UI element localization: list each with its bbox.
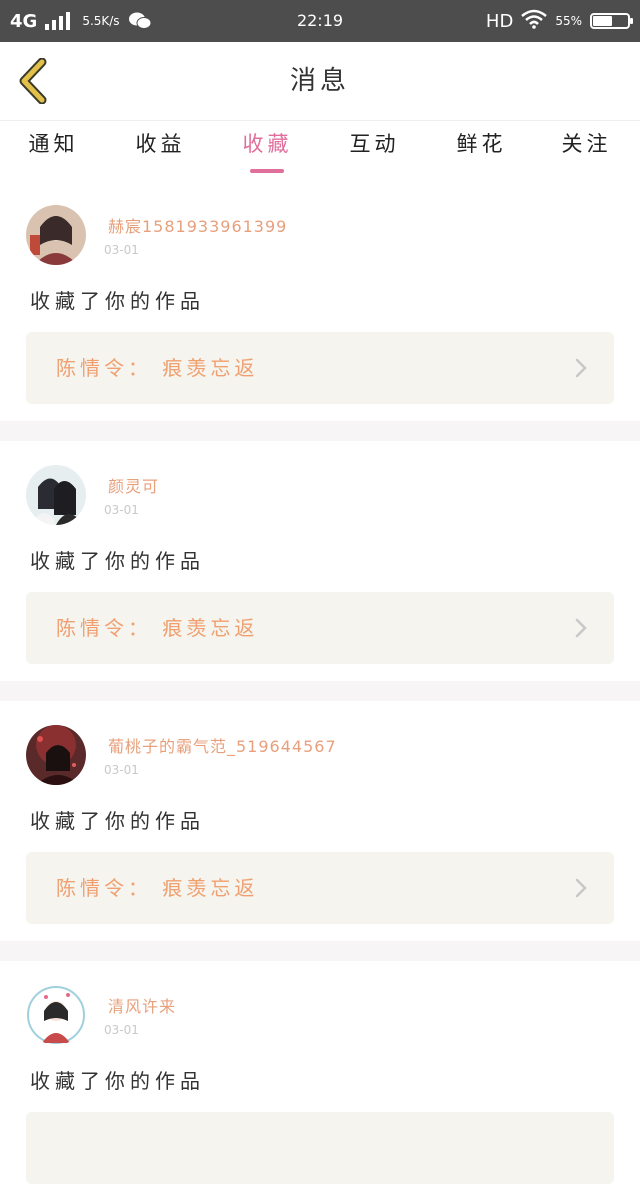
tab-earnings[interactable]: 收益 — [107, 121, 214, 181]
username[interactable]: 赫宸15819339613​99 — [108, 213, 287, 237]
work-title: 陈情令： 痕羡忘返 — [56, 876, 259, 900]
wifi-icon — [521, 9, 548, 33]
divider — [0, 421, 640, 441]
notification-item: 颜灵可 03-01 收藏了你的作品 陈情令： 痕羡忘返 — [0, 441, 640, 681]
page-title: 消息 — [289, 66, 350, 96]
work-title: 陈情令： 痕羡忘返 — [56, 616, 259, 640]
avatar[interactable] — [26, 725, 86, 785]
divider — [0, 681, 640, 701]
tab-label: 鲜花 — [456, 132, 507, 156]
status-right: HD 55% — [485, 0, 633, 42]
chevron-right-icon — [575, 618, 587, 638]
battery-percent: 55% — [555, 14, 582, 28]
username[interactable]: 颜灵可 — [108, 473, 159, 497]
notification-date: 03-01 — [104, 763, 139, 777]
tab-label: 收益 — [135, 132, 186, 156]
tab-label: 收藏 — [242, 132, 293, 156]
tab-label: 通知 — [28, 132, 79, 156]
tab-bar: 通知 收益 收藏 互动 鲜花 关注 — [0, 121, 640, 181]
notification-action: 收藏了你的作品 — [30, 1069, 205, 1093]
tab-label: 互动 — [349, 132, 400, 156]
tab-notice[interactable]: 通知 — [0, 121, 107, 181]
notification-item: 葡桃子的霸气范_519644567 03-01 收藏了你的作品 陈情令： 痕羡忘… — [0, 701, 640, 941]
work-link[interactable]: 陈情令： 痕羡忘返 — [26, 852, 614, 924]
notification-action: 收藏了你的作品 — [30, 289, 205, 313]
tab-flowers[interactable]: 鲜花 — [428, 121, 535, 181]
tab-favorites[interactable]: 收藏 — [214, 121, 321, 181]
avatar[interactable] — [26, 205, 86, 265]
chevron-right-icon — [575, 878, 587, 898]
avatar[interactable] — [26, 465, 86, 525]
chevron-right-icon — [575, 358, 587, 378]
notification-date: 03-01 — [104, 243, 139, 257]
notification-date: 03-01 — [104, 1023, 139, 1037]
divider — [0, 941, 640, 961]
tab-indicator — [250, 169, 284, 173]
work-link[interactable]: 陈情令： 痕羡忘返 — [26, 592, 614, 664]
notification-list: 赫宸15819339613​99 03-01 收藏了你的作品 陈情令： 痕羡忘返… — [0, 181, 640, 1201]
notification-item: 清风许来 03-01 收藏了你的作品 — [0, 961, 640, 1201]
hd-indicator: HD — [485, 10, 514, 32]
tab-interaction[interactable]: 互动 — [321, 121, 428, 181]
status-bar: 4G 5.5K/s 22:19 HD 55% — [0, 0, 640, 42]
avatar[interactable] — [26, 985, 86, 1045]
username[interactable]: 葡桃子的霸气范_519644567 — [108, 733, 337, 757]
battery-icon — [590, 13, 633, 29]
tab-label: 关注 — [561, 132, 612, 156]
tab-follow[interactable]: 关注 — [533, 121, 640, 181]
header: 消息 — [0, 42, 640, 121]
notification-item: 赫宸15819339613​99 03-01 收藏了你的作品 陈情令： 痕羡忘返 — [0, 181, 640, 421]
work-link[interactable] — [26, 1112, 614, 1184]
notification-date: 03-01 — [104, 503, 139, 517]
username[interactable]: 清风许来 — [108, 993, 176, 1017]
work-link[interactable]: 陈情令： 痕羡忘返 — [26, 332, 614, 404]
notification-action: 收藏了你的作品 — [30, 809, 205, 833]
notification-action: 收藏了你的作品 — [30, 549, 205, 573]
work-title: 陈情令： 痕羡忘返 — [56, 356, 259, 380]
